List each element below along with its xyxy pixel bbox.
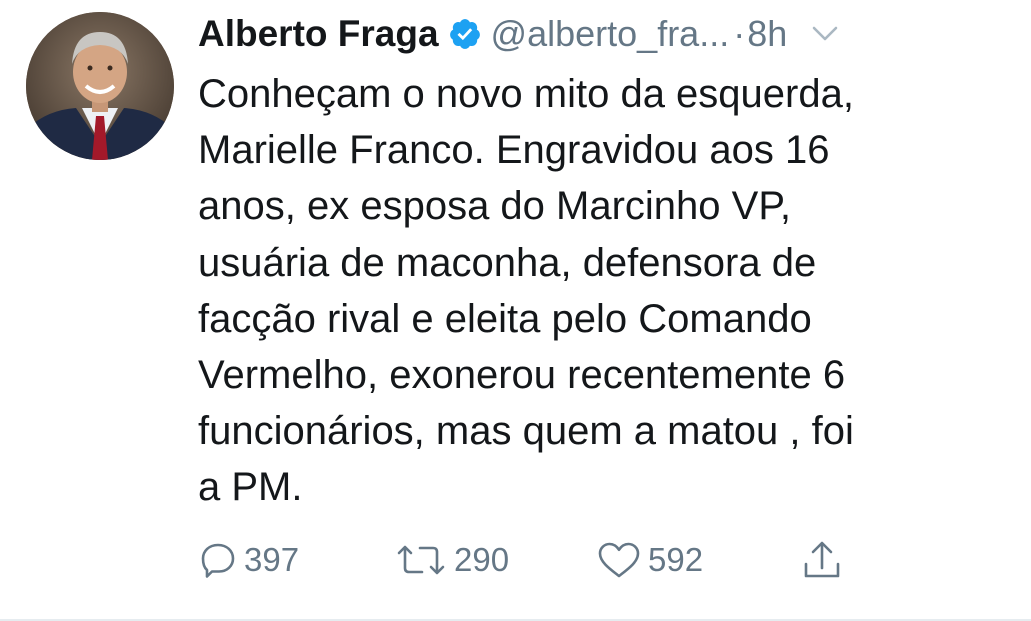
author-name[interactable]: Alberto Fraga (198, 13, 439, 55)
avatar[interactable] (26, 12, 174, 160)
tweet-text-line: funcionários, mas quem a matou , foi (198, 409, 854, 454)
action-bar: 397 290 592 (198, 535, 898, 585)
tweet-text-line: anos, ex esposa do Marcinho VP, (198, 184, 791, 229)
author-handle[interactable]: @alberto_fra... (491, 13, 730, 55)
tweet-text: Conheçam o novo mito da esquerda, Mariel… (198, 66, 998, 516)
tweet-text-line: Conheçam o novo mito da esquerda, (198, 72, 854, 116)
like-button[interactable]: 592 (596, 535, 703, 585)
share-button[interactable] (800, 535, 844, 585)
tweet-text-line: facção rival e eleita pelo Comando (198, 296, 812, 341)
like-count: 592 (648, 541, 704, 578)
chevron-down-icon[interactable] (811, 24, 839, 44)
reply-count: 397 (244, 541, 300, 578)
separator: · (733, 13, 746, 54)
reply-button[interactable]: 397 (198, 535, 299, 585)
tweet-text-line: Vermelho, exonerou recentemente 6 (198, 353, 846, 398)
tweet-text-line: usuária de maconha, defensora de (198, 240, 817, 285)
reply-icon (201, 543, 235, 578)
tweet-card: Alberto Fraga @alberto_fra... · 8h Conhe… (0, 0, 1031, 621)
like-icon (598, 542, 640, 578)
timestamp[interactable]: 8h (747, 13, 787, 55)
retweet-icon (397, 545, 445, 575)
retweet-count: 290 (454, 541, 510, 578)
tweet-text-line: a PM. (198, 465, 303, 510)
tweet-header: Alberto Fraga @alberto_fra... · 8h (198, 8, 1018, 60)
tweet-text-line: Marielle Franco. Engravidou aos 16 (198, 128, 830, 173)
share-icon (804, 541, 840, 578)
verified-badge-icon (449, 19, 480, 49)
retweet-button[interactable]: 290 (394, 535, 509, 585)
